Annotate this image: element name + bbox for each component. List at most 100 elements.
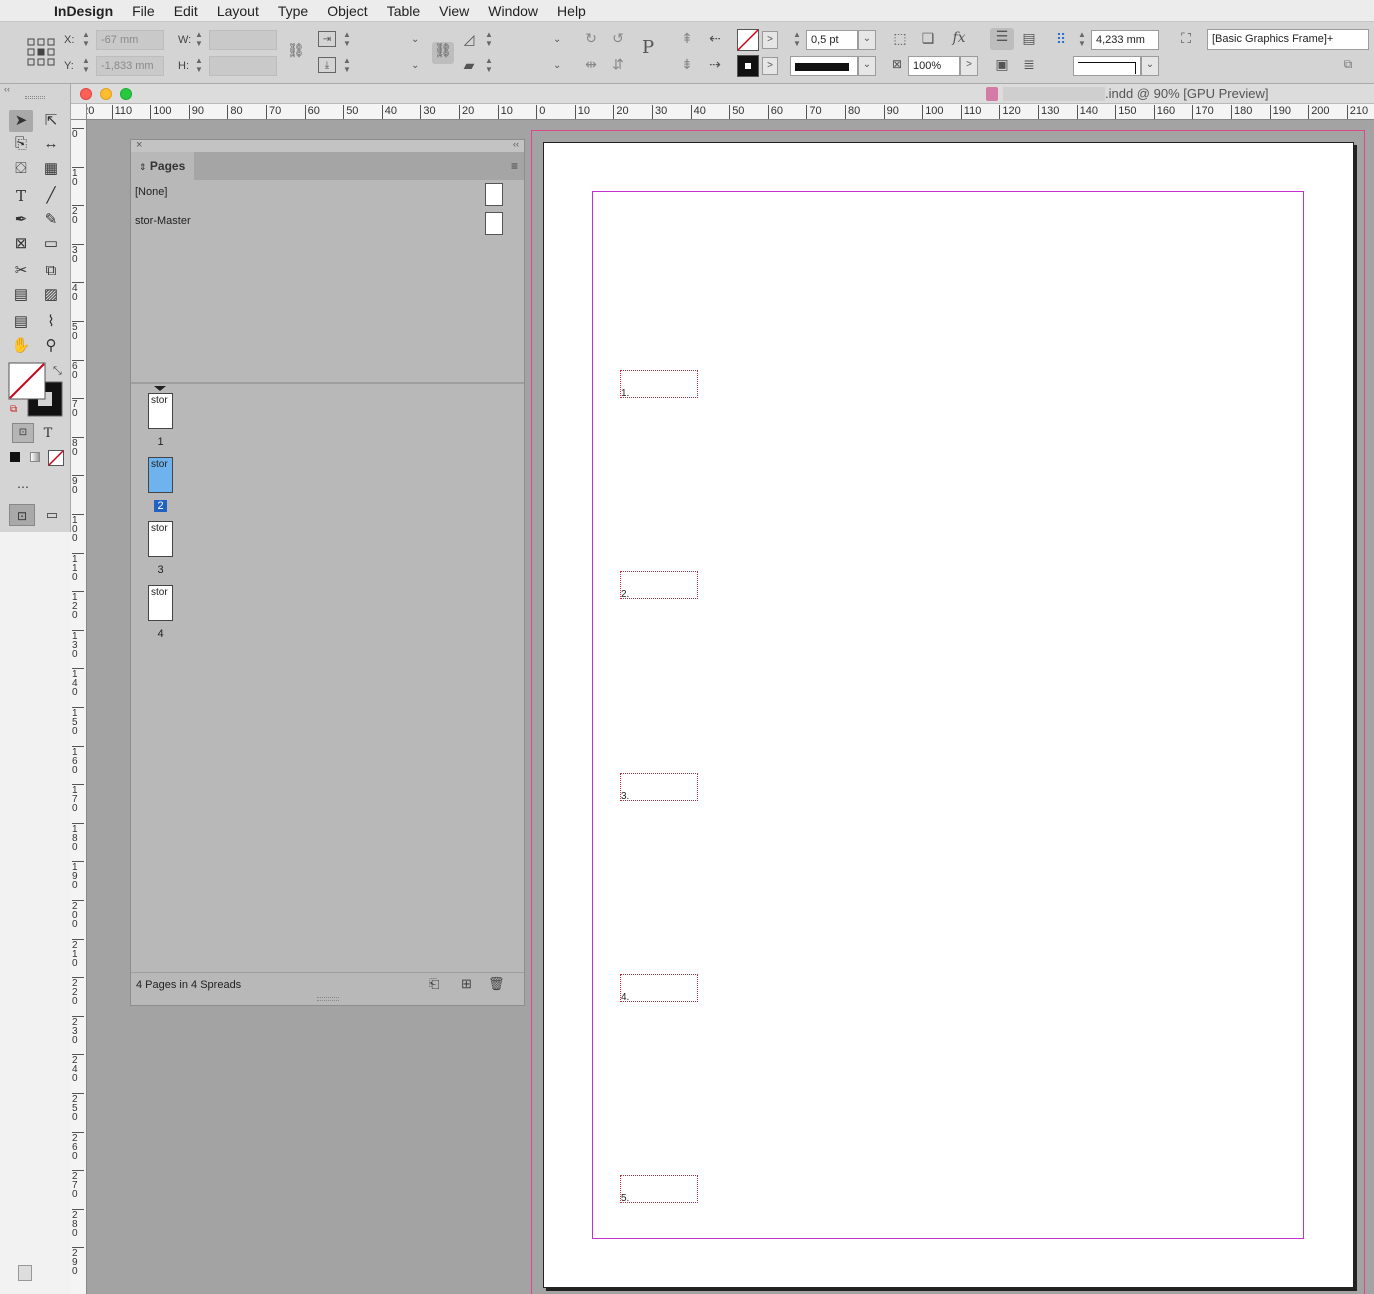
type-tool-icon[interactable]: T xyxy=(9,185,33,207)
scale-x-dropdown-icon[interactable]: ⌄ xyxy=(411,34,419,45)
rotate-ccw-icon[interactable]: ↺ xyxy=(609,30,627,46)
default-fill-stroke-icon[interactable]: ⧉ xyxy=(10,404,17,415)
stroke-weight-dropdown-icon[interactable]: ⌄ xyxy=(858,30,876,50)
select-container-icon[interactable]: ⇞ xyxy=(678,30,696,46)
scale-y-dropdown-icon[interactable]: ⌄ xyxy=(411,60,419,71)
formatting-affects-text-icon[interactable]: T xyxy=(36,423,60,445)
drop-shadow-icon[interactable]: ❏ xyxy=(919,30,937,46)
menu-layout[interactable]: Layout xyxy=(217,3,259,19)
delete-page-icon[interactable]: 🗑 xyxy=(488,976,505,992)
collapse-tools-icon[interactable]: ‹‹ xyxy=(4,84,10,94)
swap-fill-stroke-icon[interactable]: ⤡ xyxy=(53,365,62,378)
content-collector-icon[interactable]: ⛋ xyxy=(9,158,33,180)
w-field[interactable] xyxy=(209,30,277,50)
normal-view-icon[interactable]: ⊡ xyxy=(9,504,35,526)
free-transform-tool-icon[interactable]: ⧉ xyxy=(39,260,63,282)
graphic-frame[interactable]: 1. xyxy=(620,370,698,399)
selection-tool-icon[interactable]: ➤ xyxy=(9,110,33,132)
select-previous-icon[interactable]: ⇠ xyxy=(705,30,725,46)
tools-grip[interactable] xyxy=(25,96,45,99)
stroke-weight-spinner[interactable]: ▲ ▼ xyxy=(792,30,802,50)
hand-tool-icon[interactable]: ✋ xyxy=(9,335,33,357)
panel-menu-icon[interactable]: ≡ xyxy=(511,159,518,173)
zoom-tool-icon[interactable]: ⚲ xyxy=(39,335,63,357)
y-field[interactable]: -1,833 mm xyxy=(96,56,164,76)
menu-file[interactable]: File xyxy=(132,3,155,19)
graphic-frame[interactable]: 4. xyxy=(620,974,698,1003)
menu-view[interactable]: View xyxy=(439,3,469,19)
wrap-bounding-box-icon[interactable]: ▤ xyxy=(1018,30,1040,46)
dimension-spinner[interactable]: ▲ ▼ xyxy=(1077,30,1087,50)
horizontal-ruler[interactable]: 1201101009080706050403020100102030405060… xyxy=(87,104,1374,120)
stroke-type-dropdown-icon[interactable]: ⌄ xyxy=(858,56,876,76)
dock-panel-icon[interactable] xyxy=(18,1265,32,1281)
tab-pages[interactable]: ⇕ Pages xyxy=(131,152,194,180)
direct-selection-tool-icon[interactable]: ⇱ xyxy=(39,110,63,132)
scale-y-icon[interactable]: ⤓ xyxy=(318,57,336,73)
pencil-tool-icon[interactable]: ✎ xyxy=(39,209,63,231)
constrain-scale-icon[interactable]: ⛓ xyxy=(432,42,454,64)
x-field[interactable]: -67 mm xyxy=(96,30,164,50)
rotation-spinner[interactable]: ▲ ▼ xyxy=(484,30,494,50)
effects-fx-icon[interactable]: fx xyxy=(948,30,970,46)
close-window-icon[interactable] xyxy=(80,88,92,100)
pages-panel-divider[interactable] xyxy=(131,382,524,384)
object-style-field[interactable]: [Basic Graphics Frame]+ xyxy=(1207,29,1369,50)
graphic-frame[interactable]: 5. xyxy=(620,1175,698,1204)
frame-fitting-icon[interactable]: ⬚ xyxy=(891,30,909,46)
menu-window[interactable]: Window xyxy=(488,3,538,19)
scale-x-spinner[interactable]: ▲ ▼ xyxy=(342,30,352,50)
rectangle-frame-tool-icon[interactable]: ⊠ xyxy=(9,233,33,255)
corner-options-icon[interactable]: ⠿ xyxy=(1052,31,1070,47)
note-tool-icon[interactable]: ▤ xyxy=(9,311,33,333)
edit-page-size-icon[interactable]: ⎗ xyxy=(429,976,439,992)
fill-swatch-none-icon[interactable] xyxy=(737,29,759,51)
vertical-ruler[interactable]: 0 1 0 2 0 3 0 4 0 5 0 6 0 7 0 8 0 9 0 1 0 0 1 1 0 1 … xyxy=(71,120,87,1294)
scale-y-spinner[interactable]: ▲ ▼ xyxy=(342,56,352,76)
master-stor-thumb[interactable] xyxy=(485,212,503,235)
wrap-object-shape-icon[interactable]: ▣ xyxy=(990,56,1014,72)
page-tool-icon[interactable]: ⎘ xyxy=(9,133,33,155)
apply-gradient-icon[interactable] xyxy=(30,452,40,462)
jump-object-icon[interactable]: ≣ xyxy=(1018,56,1040,72)
app-menu[interactable]: InDesign xyxy=(54,3,113,19)
stroke-swatch-dropdown-icon[interactable]: > xyxy=(762,57,778,75)
reference-point-icon[interactable] xyxy=(27,38,55,66)
y-spinner[interactable]: ▲ ▼ xyxy=(81,56,91,76)
page-thumbnail-selected[interactable]: stor xyxy=(148,457,173,493)
master-stor[interactable]: stor-Master xyxy=(135,215,191,227)
constrain-proportions-icon[interactable]: ⛓ xyxy=(287,42,305,58)
corner-shape-field[interactable] xyxy=(1073,56,1141,76)
x-spinner[interactable]: ▲ ▼ xyxy=(81,30,91,50)
h-spinner[interactable]: ▲ ▼ xyxy=(194,56,204,76)
zoom-window-icon[interactable] xyxy=(120,88,132,100)
menu-edit[interactable]: Edit xyxy=(174,3,198,19)
opacity-field[interactable]: 100% xyxy=(908,56,960,76)
fill-swatch-dropdown-icon[interactable]: > xyxy=(762,31,778,49)
opacity-dropdown-icon[interactable]: > xyxy=(960,56,978,76)
select-next-icon[interactable]: ⇢ xyxy=(705,56,725,72)
shear-dropdown-icon[interactable]: ⌄ xyxy=(553,60,561,71)
gradient-swatch-tool-icon[interactable]: ▤ xyxy=(9,284,33,306)
minimize-window-icon[interactable] xyxy=(100,88,112,100)
panel-options-icon[interactable]: ⧉ xyxy=(1338,56,1358,72)
h-field[interactable] xyxy=(209,56,277,76)
menu-help[interactable]: Help xyxy=(557,3,586,19)
menu-table[interactable]: Table xyxy=(387,3,420,19)
w-spinner[interactable]: ▲ ▼ xyxy=(194,30,204,50)
panel-resize-grip[interactable] xyxy=(317,997,339,1001)
select-content-icon[interactable]: ⇟ xyxy=(678,56,696,72)
graphic-frame[interactable]: 3. xyxy=(620,773,698,802)
screen-mode-icon[interactable]: ⋯ xyxy=(11,476,35,498)
collapse-panel-icon[interactable]: ‹‹ xyxy=(513,139,519,149)
scale-x-icon[interactable]: ⇥ xyxy=(318,31,336,47)
no-text-wrap-icon[interactable]: ☰ xyxy=(990,28,1014,50)
new-page-icon[interactable]: ⊞ xyxy=(461,976,472,992)
gap-tool-icon[interactable]: ↔ xyxy=(39,133,63,155)
page-thumbnail[interactable]: stor xyxy=(148,521,173,557)
gradient-feather-tool-icon[interactable]: ▨ xyxy=(39,284,63,306)
graphic-frame[interactable]: 2. xyxy=(620,571,698,600)
apply-color-icon[interactable] xyxy=(10,452,20,462)
line-tool-icon[interactable]: ╱ xyxy=(39,185,63,207)
stroke-swatch-icon[interactable] xyxy=(737,55,759,77)
